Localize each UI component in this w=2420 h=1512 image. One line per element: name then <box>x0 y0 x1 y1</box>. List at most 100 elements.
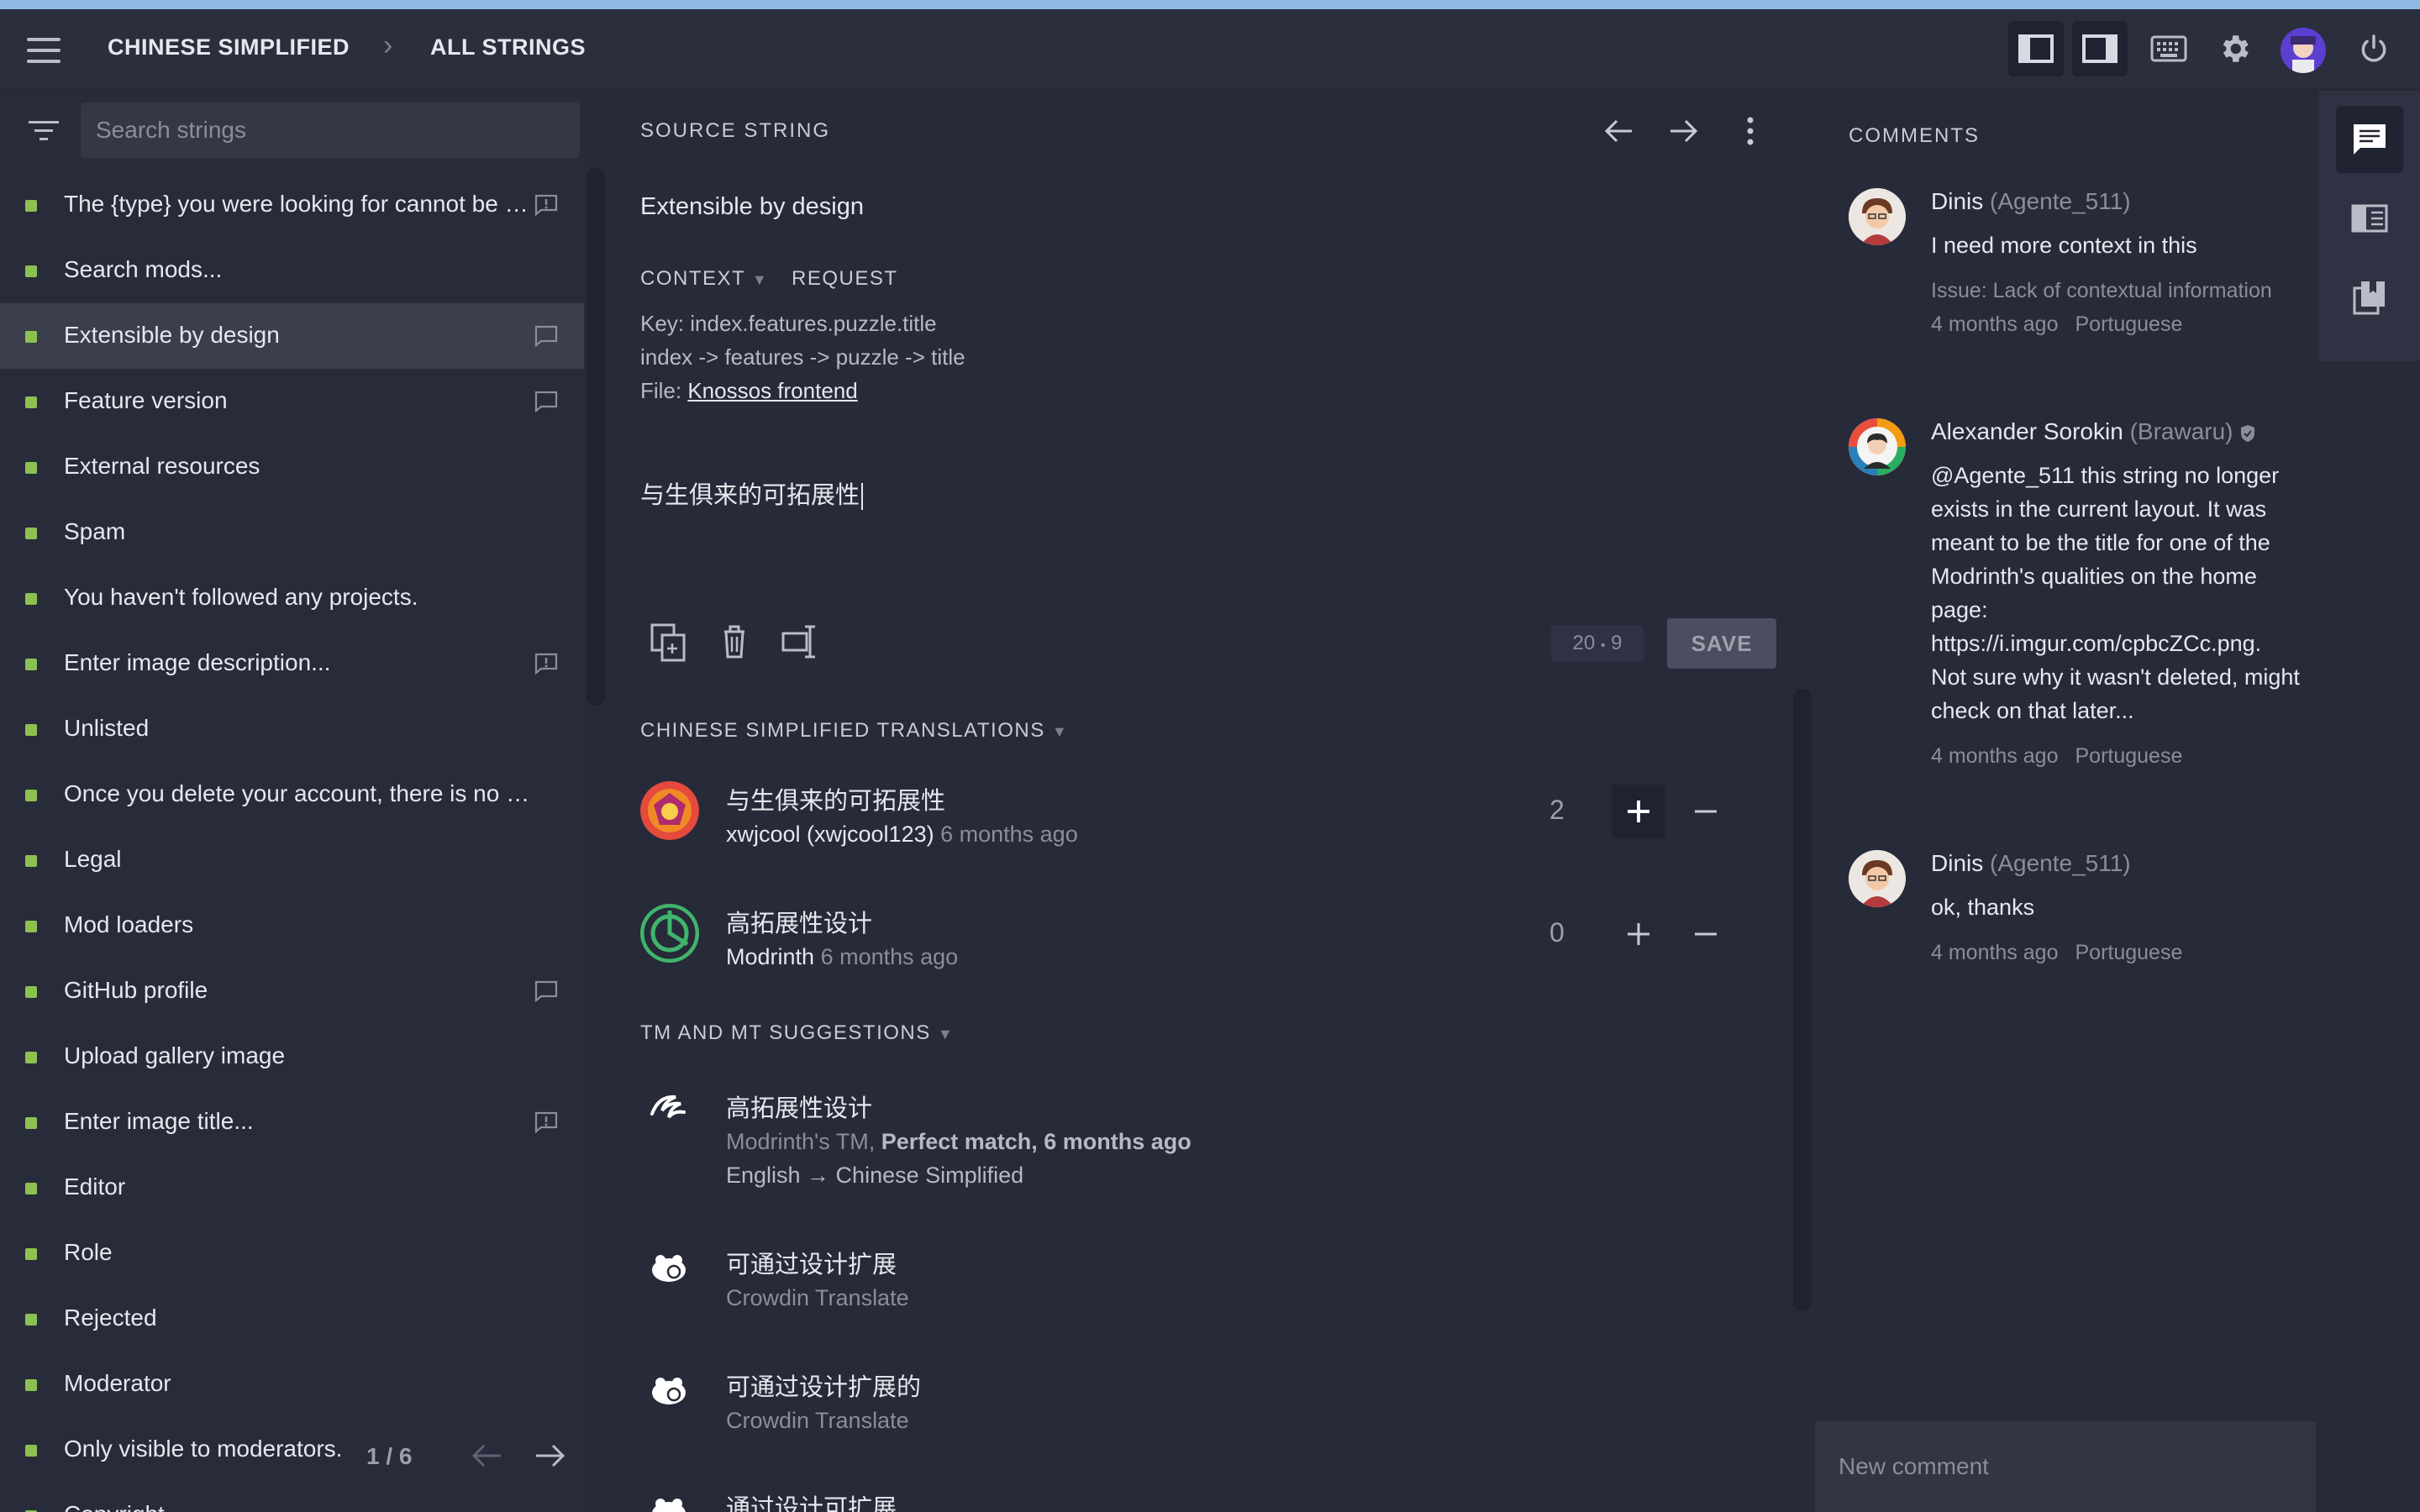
context-tab[interactable]: CONTEXT ▼ <box>640 267 768 291</box>
string-label: Search mods... <box>64 256 223 282</box>
page-indicator: 1 / 6 <box>366 1443 413 1469</box>
string-list-item[interactable]: Upload gallery image <box>0 1024 584 1089</box>
char-counter: 20 • 9 <box>1551 625 1644 662</box>
string-label: Mod loaders <box>64 911 194 937</box>
toggle-right-panel-button[interactable] <box>2072 21 2128 76</box>
comment-body: @Agente_511 this string no longer exists… <box>1931 459 2301 773</box>
file-link[interactable]: Knossos frontend <box>687 378 857 403</box>
string-list-item[interactable]: GitHub profile <box>0 958 584 1024</box>
string-list-item[interactable]: Unlisted <box>0 696 584 762</box>
user-avatar[interactable] <box>2281 28 2326 73</box>
string-label: Rejected <box>64 1305 157 1331</box>
new-comment-input[interactable] <box>1815 1421 2316 1512</box>
string-list-item[interactable]: Enter image title... <box>0 1089 584 1155</box>
upvote-button[interactable] <box>1612 785 1665 838</box>
filter-icon[interactable] <box>29 119 59 143</box>
logout-button[interactable] <box>2346 21 2402 76</box>
request-tab[interactable]: REQUEST <box>792 267 898 291</box>
top-header: CHINESE SIMPLIFIED › ALL STRINGS <box>0 9 2420 90</box>
string-label: Moderator <box>64 1370 171 1396</box>
more-options-icon[interactable] <box>1744 116 1756 146</box>
comments-label: COMMENTS <box>1849 124 1980 147</box>
breadcrumb-language[interactable]: CHINESE SIMPLIFIED <box>108 34 350 60</box>
comment-body: ok, thanks 4 months ago Portuguese <box>1931 890 2301 969</box>
suggestion-item[interactable]: 通过设计可扩展 <box>640 1488 1733 1512</box>
string-list-item[interactable]: External resources <box>0 434 584 500</box>
editor-scrollbar[interactable] <box>1793 689 1812 1310</box>
prev-string-arrow-icon[interactable] <box>1603 118 1634 144</box>
modrinth-avatar <box>640 904 699 963</box>
string-label: Editor <box>64 1173 126 1200</box>
string-list-item[interactable]: You haven't followed any projects. <box>0 565 584 631</box>
comment-item: Dinis (Agente_511) ok, thanks 4 months a… <box>1849 850 2302 976</box>
tm-icon <box>650 1095 686 1119</box>
right-panel-icon <box>2082 34 2118 63</box>
menu-icon[interactable] <box>27 38 60 63</box>
string-list-item[interactable]: Copyright <box>0 1483 584 1512</box>
suggestion-item[interactable]: 高拓展性设计 Modrinth's TM, Perfect match, 6 m… <box>640 1089 1733 1189</box>
string-list-item[interactable]: Editor <box>0 1155 584 1221</box>
string-list-item[interactable]: Spam <box>0 500 584 565</box>
suggestion-source: Modrinth's TM, Perfect match, 6 months a… <box>726 1129 1192 1154</box>
status-dot <box>25 200 37 212</box>
strings-scrollbar[interactable] <box>587 168 605 706</box>
commenter-avatar <box>1849 188 1906 245</box>
text-cursor-icon[interactable] <box>781 623 818 660</box>
save-button[interactable]: SAVE <box>1667 618 1776 669</box>
status-dot <box>25 331 37 343</box>
crowdin-translate-icon <box>652 1255 686 1282</box>
search-input[interactable] <box>81 102 580 158</box>
status-dot <box>25 724 37 736</box>
translation-text: 高拓展性设计 <box>726 911 873 937</box>
string-label: Upload gallery image <box>64 1042 286 1068</box>
string-list-item[interactable]: Once you delete your account, there is n… <box>0 762 584 827</box>
comments-tab-button[interactable] <box>2336 106 2403 173</box>
translation-input[interactable]: 与生俱来的可拓展性 <box>640 475 863 511</box>
downvote-button[interactable] <box>1679 907 1733 961</box>
delete-icon[interactable] <box>721 623 748 660</box>
suggestion-item[interactable]: 可通过设计扩展的 Crowdin Translate <box>640 1368 1733 1435</box>
settings-button[interactable] <box>2207 21 2262 76</box>
crowdin-translate-icon <box>652 1378 686 1404</box>
top-accent-bar <box>0 0 2420 9</box>
breadcrumb-section[interactable]: ALL STRINGS <box>430 34 586 60</box>
gear-icon <box>2223 35 2249 62</box>
string-list-item[interactable]: Rejected <box>0 1286 584 1352</box>
keyboard-shortcuts-button[interactable] <box>2141 21 2196 76</box>
string-list-item[interactable]: Moderator <box>0 1352 584 1417</box>
string-list-item[interactable]: Search mods... <box>0 238 584 303</box>
vote-count: 0 <box>1549 917 1565 948</box>
next-page-arrow-icon[interactable] <box>534 1443 566 1468</box>
keyboard-icon <box>2150 35 2187 62</box>
glossary-tab-button[interactable] <box>2336 264 2403 331</box>
prev-page-arrow-icon[interactable] <box>471 1443 502 1468</box>
next-string-arrow-icon[interactable] <box>1669 118 1699 144</box>
string-list-item[interactable]: Role <box>0 1221 584 1286</box>
status-dot <box>25 855 37 867</box>
vote-count: 2 <box>1549 795 1565 825</box>
string-label: Once you delete your account, there is n… <box>64 780 534 806</box>
details-tab-button[interactable] <box>2336 185 2403 252</box>
commenter-name: Alexander Sorokin (Brawaru) <box>1931 418 2256 445</box>
power-icon <box>2361 34 2386 62</box>
string-list-item[interactable]: Mod loaders <box>0 893 584 958</box>
status-dot <box>25 462 37 474</box>
copy-source-icon[interactable] <box>650 623 686 662</box>
suggestion-item[interactable]: 可通过设计扩展 Crowdin Translate <box>640 1245 1733 1312</box>
string-label: Unlisted <box>64 715 150 741</box>
comment-icon <box>534 980 558 1002</box>
status-dot <box>25 593 37 605</box>
suggestion-text: 通过设计可扩展 <box>726 1495 897 1512</box>
source-string-label: SOURCE STRING <box>640 119 831 142</box>
downvote-button[interactable] <box>1679 785 1733 838</box>
string-label: You haven't followed any projects. <box>64 584 418 610</box>
string-list-item[interactable]: Enter image description... <box>0 631 584 696</box>
upvote-button[interactable] <box>1612 907 1665 961</box>
string-list-item[interactable]: Legal <box>0 827 584 893</box>
status-dot <box>25 659 37 670</box>
string-list-item[interactable]: Feature version <box>0 369 584 434</box>
breadcrumb-chevron-icon: › <box>383 29 393 61</box>
toggle-left-panel-button[interactable] <box>2008 21 2064 76</box>
string-list-item[interactable]: Extensible by design <box>0 303 584 369</box>
string-list-item[interactable]: The {type} you were looking for cannot b… <box>0 172 584 238</box>
